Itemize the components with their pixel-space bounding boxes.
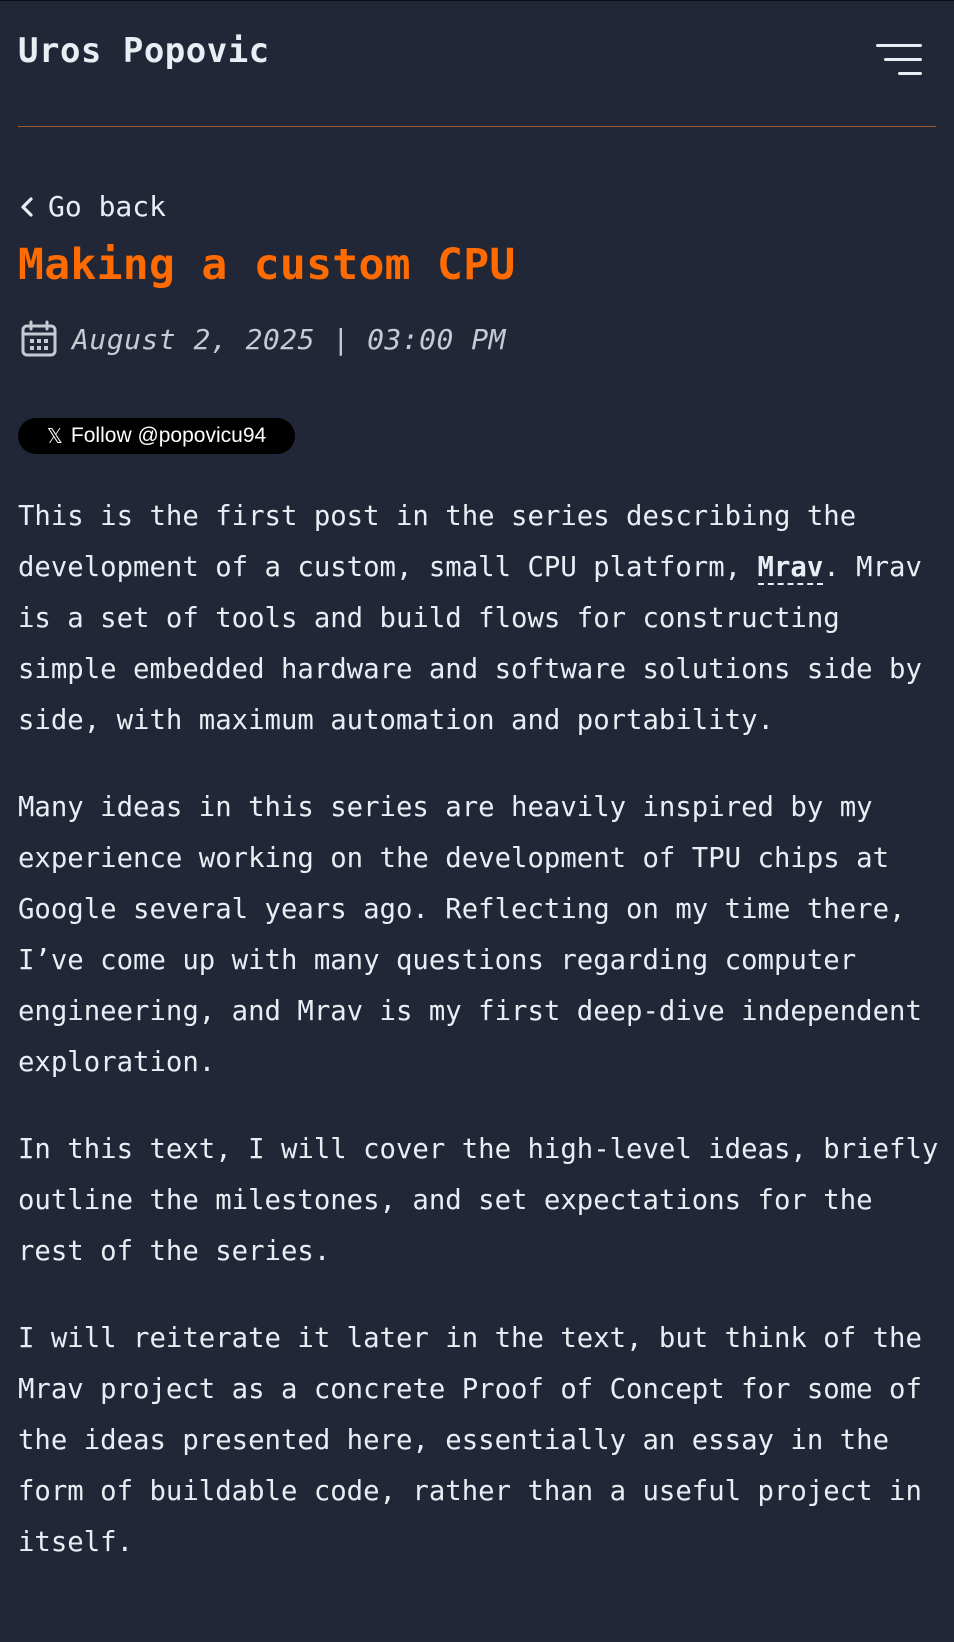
post-date: August 2, 2025 | 03:00 PM: [72, 322, 506, 356]
site-title-link[interactable]: Uros Popovic: [18, 31, 270, 71]
post-title: Making a custom CPU: [18, 240, 516, 290]
go-back-label: Go back: [48, 190, 167, 223]
calendar-icon: [21, 320, 57, 357]
x-logo-icon: 𝕏: [46, 424, 63, 448]
paragraph-4: I will reiterate it later in the text, b…: [18, 1323, 922, 1558]
mrav-link[interactable]: Mrav: [757, 552, 824, 585]
site-header: Uros Popovic: [18, 1, 936, 127]
hamburger-menu-icon: [876, 44, 922, 75]
paragraph-1: This is the first post in the series des…: [18, 491, 943, 746]
chevron-left-icon: [21, 196, 33, 217]
go-back-link[interactable]: Go back: [18, 190, 166, 223]
post-content: This is the first post in the series des…: [18, 491, 943, 1604]
follow-button[interactable]: 𝕏 Follow @popovicu94: [18, 418, 295, 454]
post-date-row: August 2, 2025 | 03:00 PM: [20, 318, 506, 360]
paragraph-2: Many ideas in this series are heavily in…: [18, 792, 922, 1078]
follow-button-label: Follow @popovicu94: [70, 424, 267, 447]
paragraph-3: In this text, I will cover the high-leve…: [18, 1134, 939, 1267]
page-wrapper: Uros Popovic: [0, 1, 954, 127]
menu-button[interactable]: [876, 43, 922, 77]
paragraph-1-text-start: This is the first post in the series des…: [18, 501, 857, 583]
